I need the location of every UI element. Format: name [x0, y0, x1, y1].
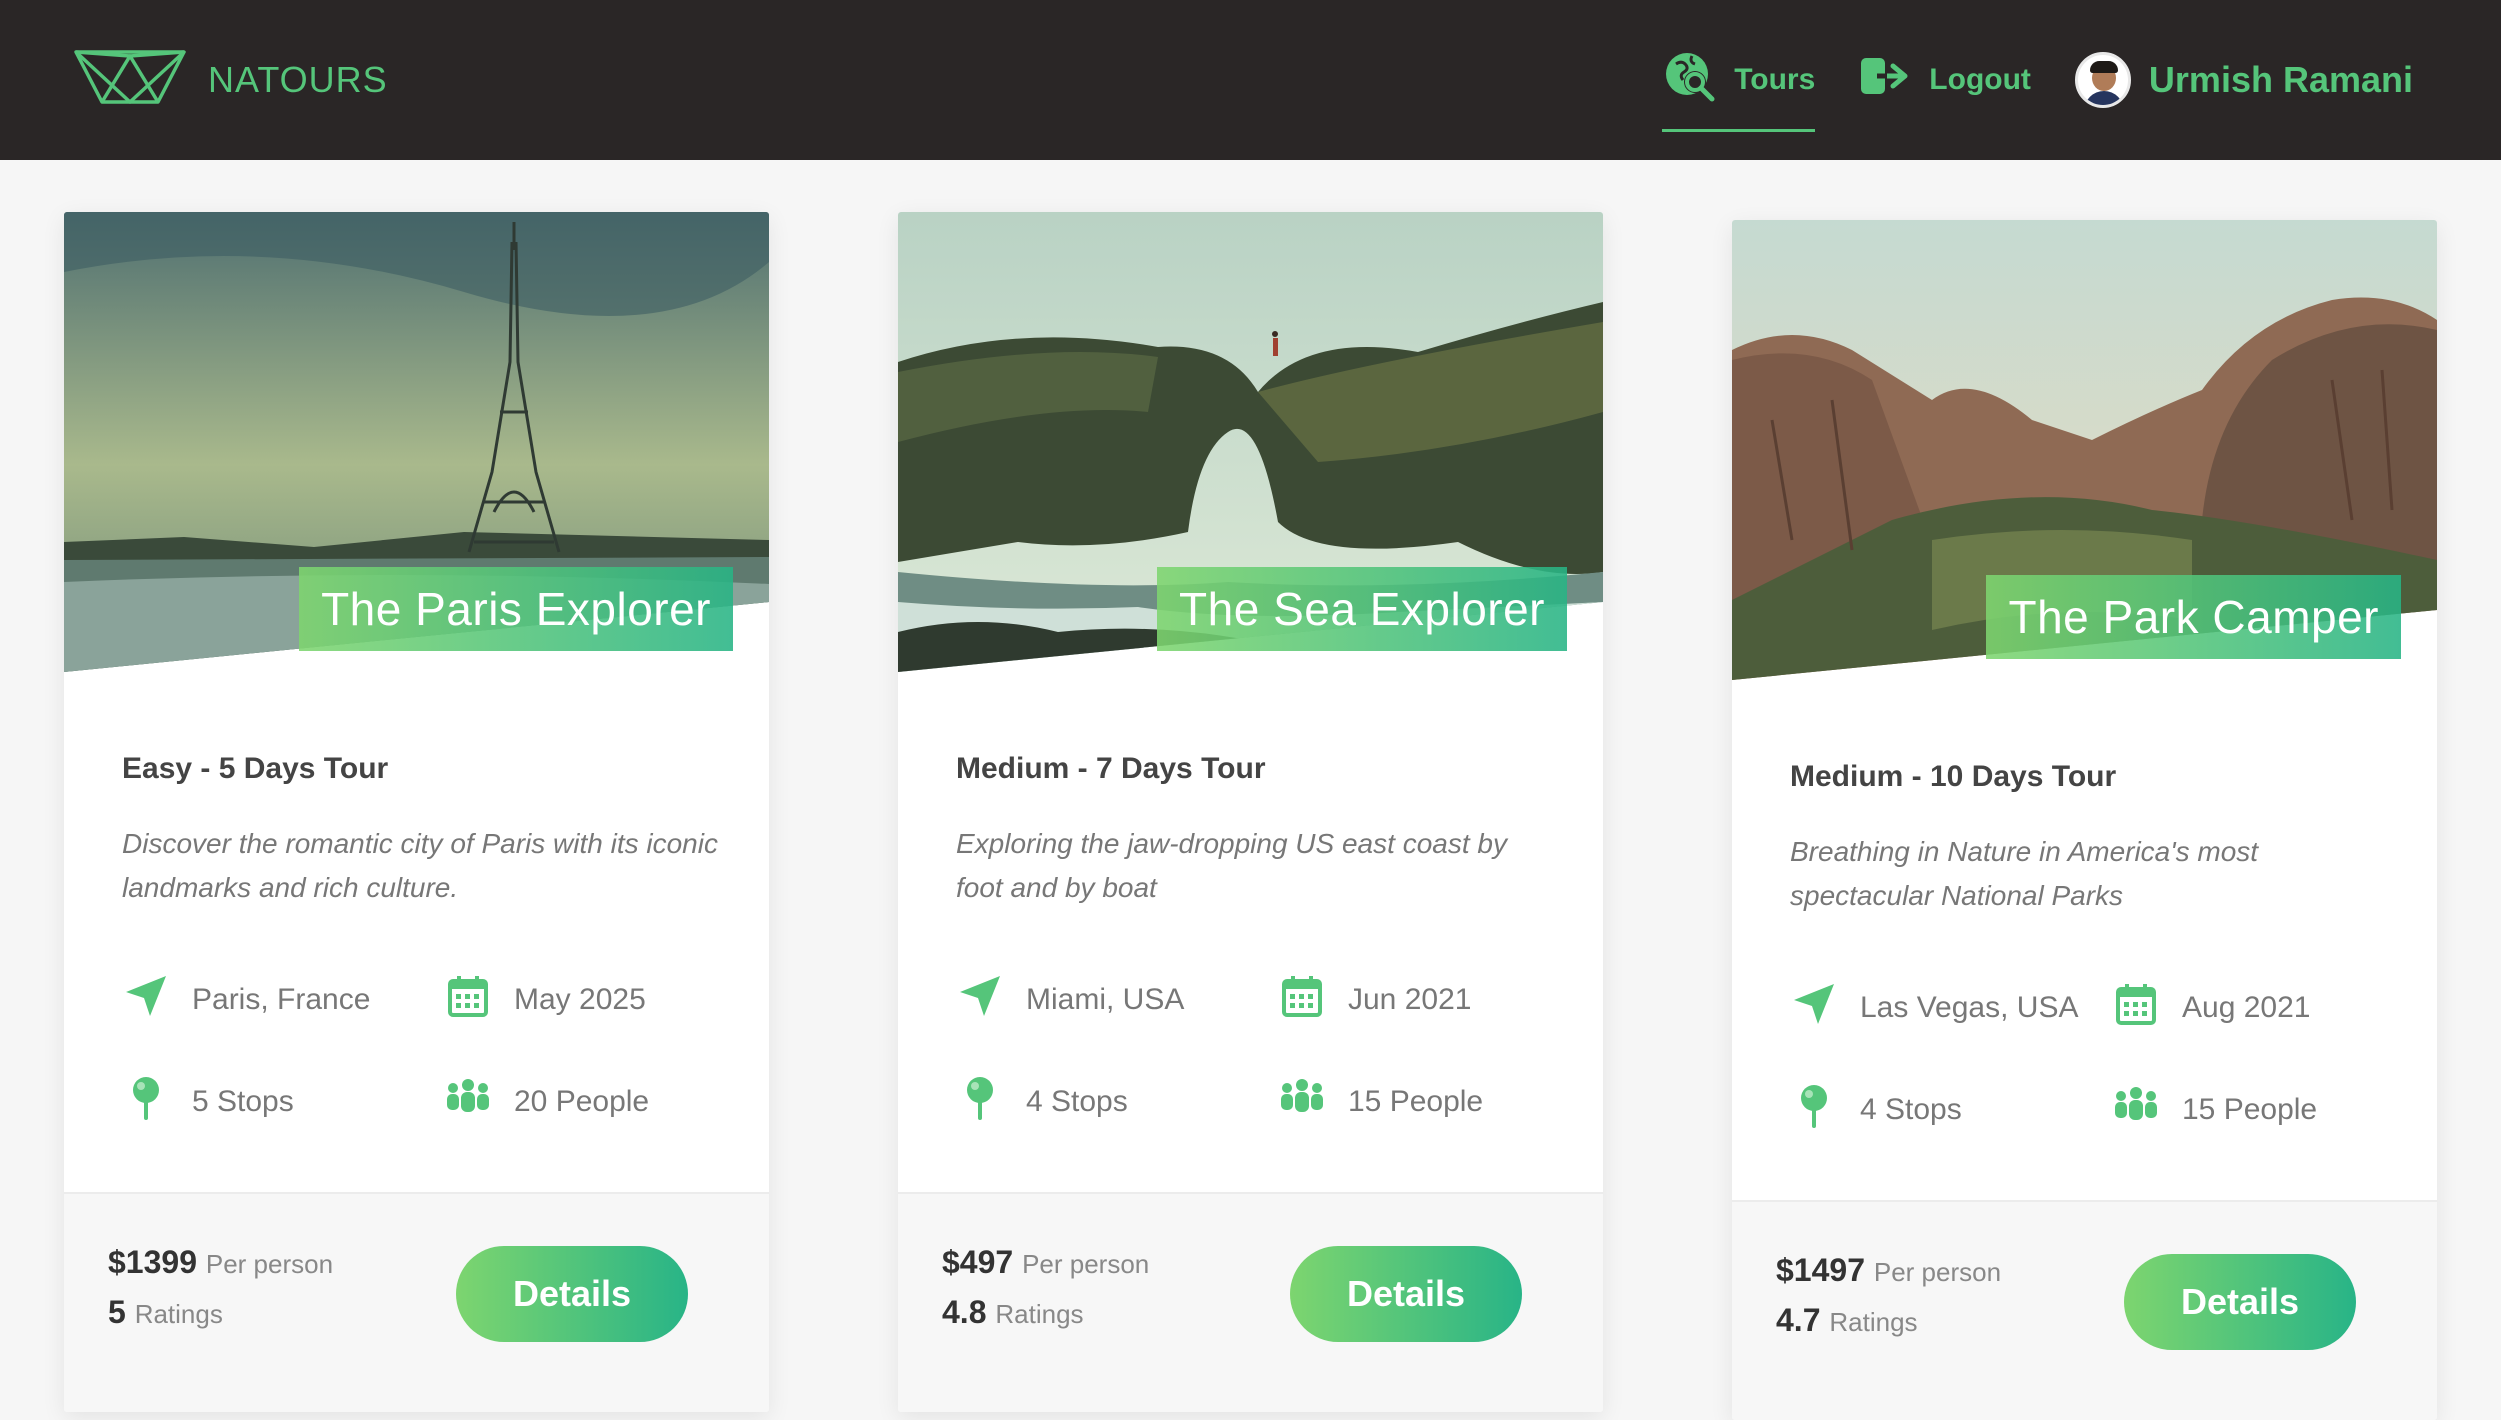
pin-icon: [122, 1074, 170, 1130]
tour-price: $1399 Per person: [108, 1244, 334, 1280]
location-arrow-icon: [1790, 980, 1838, 1036]
avatar: [2074, 52, 2131, 108]
tour-location-text: Paris, France: [192, 983, 371, 1016]
tour-name: The Paris Explorer: [299, 567, 733, 651]
tour-group-size: 15 People: [2112, 1082, 2317, 1138]
tour-stops-text: 4 Stops: [1860, 1093, 1962, 1126]
tour-group-size: 15 People: [1278, 1074, 1483, 1130]
tour-card: The Park Camper Medium - 10 Days Tour Br…: [1732, 220, 2437, 1420]
tour-summary: Breathing in Nature in America's most sp…: [1790, 836, 2259, 911]
tour-date-text: May 2025: [514, 983, 646, 1016]
calendar-icon: [2112, 980, 2160, 1036]
calendar-icon: [444, 972, 492, 1028]
tour-difficulty: Easy - 5 Days Tour: [122, 752, 389, 785]
tour-rating: 5 Ratings: [108, 1294, 223, 1330]
nav-logout-label: Logout: [1929, 63, 2031, 96]
top-nav-bar: NATOURS Tours Logout Urmish Ramani: [0, 0, 2501, 160]
card-footer: $497 Per person 4.8 Ratings Details: [898, 1192, 1603, 1412]
location-arrow-icon: [122, 972, 170, 1028]
tour-stops-text: 4 Stops: [1026, 1085, 1128, 1118]
user-name: Urmish Ramani: [2148, 59, 2413, 100]
main-nav: Tours Logout Urmish Ramani: [1662, 28, 2413, 132]
tour-location-text: Las Vegas, USA: [1860, 991, 2079, 1024]
tour-stops: 5 Stops: [122, 1074, 294, 1130]
tour-rating: 4.8 Ratings: [942, 1294, 1084, 1330]
card-footer: $1497 Per person 4.7 Ratings Details: [1732, 1200, 2437, 1420]
tour-summary: Exploring the jaw-dropping US east coast…: [956, 828, 1507, 903]
pin-icon: [956, 1074, 1004, 1130]
tour-date-text: Aug 2021: [2182, 991, 2311, 1024]
tour-difficulty: Medium - 10 Days Tour: [1790, 760, 2117, 793]
details-button[interactable]: Details: [1290, 1246, 1522, 1342]
tour-date: May 2025: [444, 972, 646, 1028]
logo-text: NATOURS: [208, 59, 388, 100]
pin-icon: [1790, 1082, 1838, 1138]
tour-difficulty: Medium - 7 Days Tour: [956, 752, 1266, 785]
nav-user-profile[interactable]: Urmish Ramani: [2074, 52, 2413, 108]
tour-location-text: Miami, USA: [1026, 983, 1185, 1016]
tour-date-text: Jun 2021: [1348, 983, 1472, 1016]
people-icon: [2112, 1082, 2160, 1138]
location-arrow-icon: [956, 972, 1004, 1028]
tour-group-size-text: 15 People: [1348, 1085, 1484, 1118]
calendar-icon: [1278, 972, 1326, 1028]
tour-group-size-text: 15 People: [2182, 1093, 2318, 1126]
logout-icon: [1859, 54, 1911, 106]
tour-date: Jun 2021: [1278, 972, 1471, 1028]
tour-stops: 4 Stops: [1790, 1082, 1962, 1138]
logo[interactable]: NATOURS: [72, 46, 388, 115]
details-button[interactable]: Details: [2124, 1254, 2356, 1350]
card-footer: $1399 Per person 5 Ratings Details: [64, 1192, 769, 1412]
tour-location: Las Vegas, USA: [1790, 980, 2078, 1036]
nav-tours-label: Tours: [1734, 63, 1816, 96]
tour-card: The Sea Explorer Medium - 7 Days Tour Ex…: [898, 212, 1603, 1412]
tour-card: The Paris Explorer Easy - 5 Days Tour Di…: [64, 212, 769, 1412]
tour-stops: 4 Stops: [956, 1074, 1128, 1130]
people-icon: [1278, 1074, 1326, 1130]
tour-price: $497 Per person: [942, 1244, 1150, 1280]
tour-location: Miami, USA: [956, 972, 1184, 1028]
tour-group-size: 20 People: [444, 1074, 649, 1130]
details-button[interactable]: Details: [456, 1246, 688, 1342]
tour-stops-text: 5 Stops: [192, 1085, 294, 1118]
tour-location: Paris, France: [122, 972, 370, 1028]
globe-search-icon: [1662, 49, 1716, 111]
tour-name: The Sea Explorer: [1157, 567, 1567, 651]
tour-name: The Park Camper: [1986, 575, 2401, 659]
crown-logo-icon: [72, 46, 188, 115]
tour-date: Aug 2021: [2112, 980, 2310, 1036]
people-icon: [444, 1074, 492, 1130]
tour-rating: 4.7 Ratings: [1776, 1302, 1918, 1338]
tour-price: $1497 Per person: [1776, 1252, 2002, 1288]
nav-logout[interactable]: Logout: [1859, 54, 2031, 106]
tour-summary: Discover the romantic city of Paris with…: [122, 828, 718, 903]
tour-group-size-text: 20 People: [514, 1085, 650, 1118]
nav-tours[interactable]: Tours: [1662, 49, 1816, 132]
